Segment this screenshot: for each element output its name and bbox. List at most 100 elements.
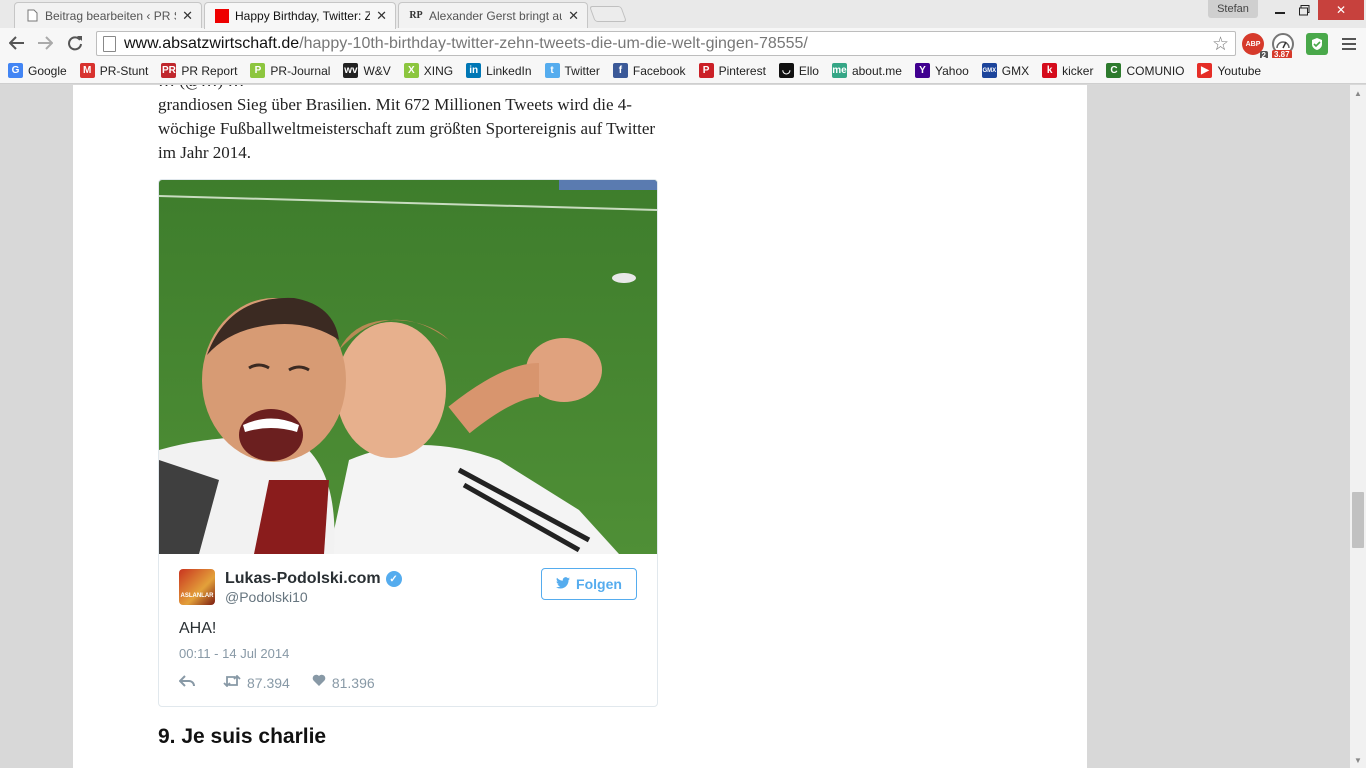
new-tab-button[interactable] bbox=[589, 6, 627, 22]
browser-titlebar: Beitrag bearbeiten ‹ PR St ✕ Happy Birth… bbox=[0, 0, 1366, 29]
twitter-bird-icon bbox=[556, 576, 571, 592]
rp-icon: RP bbox=[409, 10, 423, 21]
restore-button[interactable] bbox=[1290, 0, 1318, 20]
bookmark-about-me[interactable]: me about.me bbox=[831, 63, 902, 78]
tweet-photo[interactable] bbox=[159, 180, 657, 554]
speedometer-icon[interactable]: 3.87 bbox=[1272, 33, 1294, 59]
bookmark-linkedin[interactable]: in LinkedIn bbox=[466, 63, 532, 78]
linkedin-icon: in bbox=[466, 63, 482, 78]
bookmark-pr-report[interactable]: PR PR Report bbox=[161, 63, 237, 78]
heart-icon bbox=[312, 674, 326, 692]
bookmark-twitter[interactable]: t Twitter bbox=[544, 63, 600, 78]
bookmark-yahoo[interactable]: Y Yahoo bbox=[914, 63, 969, 78]
author-avatar[interactable]: ASLANLAR bbox=[179, 569, 215, 605]
adblock-plus-icon[interactable]: ABP 2 bbox=[1242, 33, 1268, 60]
ello-icon: ◡ bbox=[778, 63, 794, 78]
follow-button[interactable]: Folgen bbox=[541, 568, 637, 600]
bookmark-ello[interactable]: ◡ Ello bbox=[778, 63, 819, 78]
embedded-tweet[interactable]: ASLANLAR Lukas-Podolski.com ✓ @Podolski1… bbox=[158, 179, 658, 707]
retweet-count: 87.394 bbox=[247, 675, 290, 691]
gmx-icon: GMX bbox=[981, 63, 997, 78]
aboutme-icon: me bbox=[831, 63, 847, 78]
bookmark-w-v[interactable]: wv W&V bbox=[343, 63, 391, 78]
like-count: 81.396 bbox=[331, 675, 375, 691]
bookmark-youtube[interactable]: ▶ Youtube bbox=[1197, 63, 1261, 78]
pinterest-icon: P bbox=[698, 63, 714, 78]
page-icon bbox=[103, 35, 116, 52]
bookmark-pinterest[interactable]: P Pinterest bbox=[698, 63, 766, 78]
bookmark-label: PR-Journal bbox=[270, 63, 331, 78]
forward-button[interactable] bbox=[34, 32, 56, 54]
address-bar[interactable]: www.absatzwirtschaft.de/happy-10th-birth… bbox=[96, 31, 1236, 56]
comunio-icon: C bbox=[1106, 63, 1122, 78]
twitter-icon: t bbox=[544, 63, 560, 78]
tweet-text: AHA! bbox=[179, 620, 217, 637]
bookmark-label: Facebook bbox=[632, 63, 686, 78]
bookmark-label: W&V bbox=[363, 63, 391, 78]
bookmark-facebook[interactable]: f Facebook bbox=[612, 63, 686, 78]
pr-journal-icon: P bbox=[250, 63, 266, 78]
back-button[interactable] bbox=[6, 32, 28, 54]
bookmark-pr-stunt[interactable]: M PR-Stunt bbox=[79, 63, 148, 78]
retweet-button[interactable]: 87.394 bbox=[223, 674, 290, 692]
profile-badge[interactable]: Stefan bbox=[1208, 0, 1258, 18]
tab-title: Happy Birthday, Twitter: Z bbox=[235, 9, 371, 23]
shield-icon[interactable] bbox=[1306, 33, 1328, 55]
bookmark-label: Pinterest bbox=[718, 63, 766, 78]
abp-label: ABP bbox=[1245, 40, 1261, 48]
bookmark-label: LinkedIn bbox=[486, 63, 532, 78]
close-icon[interactable]: ✕ bbox=[182, 8, 193, 24]
article-line: grandiosen Sieg über Brasilien. Mit 672 … bbox=[158, 95, 632, 114]
bookmark-kicker[interactable]: k kicker bbox=[1042, 63, 1093, 78]
bookmarks-bar: G Google M PR-Stunt PR PR Report P PR-Journal wv… bbox=[0, 58, 1366, 84]
tab-title: Alexander Gerst bringt au bbox=[429, 8, 563, 23]
bookmark-gmx[interactable]: GMX GMX bbox=[981, 63, 1029, 78]
reply-button[interactable] bbox=[178, 674, 201, 692]
close-icon[interactable]: ✕ bbox=[376, 8, 387, 24]
page-scrollbar[interactable]: ▲ ▼ bbox=[1350, 85, 1366, 768]
url-host: www.absatzwirtschaft.de bbox=[124, 34, 300, 52]
menu-icon[interactable] bbox=[1338, 33, 1360, 55]
pr-report-icon: PR bbox=[161, 63, 177, 78]
author-name[interactable]: Lukas-Podolski.com ✓ bbox=[225, 570, 402, 588]
kicker-icon: k bbox=[1042, 63, 1058, 78]
bookmark-google[interactable]: G Google bbox=[8, 63, 67, 78]
bookmark-pr-journal[interactable]: P PR-Journal bbox=[250, 63, 330, 78]
scroll-thumb[interactable] bbox=[1352, 492, 1364, 548]
tweet-timestamp[interactable]: 00:11 - 14 Jul 2014 bbox=[179, 646, 289, 661]
close-icon[interactable]: ✕ bbox=[568, 8, 579, 24]
bookmark-label: Google bbox=[28, 63, 67, 78]
bookmark-label: COMUNIO bbox=[1126, 63, 1185, 78]
tab-title: Beitrag bearbeiten ‹ PR St bbox=[45, 8, 177, 23]
browser-toolbar: www.absatzwirtschaft.de/happy-10th-birth… bbox=[0, 28, 1366, 60]
window-close-button[interactable]: ✕ bbox=[1318, 0, 1364, 20]
scroll-down-arrow-icon[interactable]: ▼ bbox=[1350, 752, 1366, 768]
reload-button[interactable] bbox=[64, 32, 86, 54]
bookmark-comunio[interactable]: C COMUNIO bbox=[1106, 63, 1184, 78]
bookmark-label: Yahoo bbox=[934, 63, 969, 78]
author-name-text: Lukas-Podolski.com bbox=[225, 570, 381, 587]
article-line: wöchige Fußballweltmeisterschaft zum grö… bbox=[158, 119, 656, 138]
tab-alexander-gerst[interactable]: RP Alexander Gerst bringt au ✕ bbox=[398, 2, 588, 28]
xing-icon: X bbox=[403, 63, 419, 78]
retweet-icon bbox=[223, 674, 241, 692]
bookmark-label: kicker bbox=[1062, 63, 1094, 78]
bookmark-xing[interactable]: X XING bbox=[403, 63, 453, 78]
verified-badge-icon: ✓ bbox=[385, 571, 402, 587]
author-handle[interactable]: @Podolski10 bbox=[225, 589, 308, 605]
pr-stunt-icon: M bbox=[79, 63, 95, 78]
tab-happy-birthday[interactable]: Happy Birthday, Twitter: Z ✕ bbox=[204, 2, 396, 29]
follow-label: Folgen bbox=[576, 576, 622, 592]
article-line: im Jahr 2014. bbox=[158, 143, 252, 162]
page-viewport: … (@…) … grandiosen Sieg über Brasilien.… bbox=[0, 85, 1350, 768]
tab-beitrag-bearbeiten[interactable]: Beitrag bearbeiten ‹ PR St ✕ bbox=[14, 2, 202, 28]
yahoo-icon: Y bbox=[914, 63, 930, 78]
youtube-icon: ▶ bbox=[1197, 63, 1213, 78]
scroll-up-arrow-icon[interactable]: ▲ bbox=[1350, 85, 1366, 101]
bookmark-star-icon[interactable]: ☆ bbox=[1212, 33, 1229, 56]
like-button[interactable]: 81.396 bbox=[312, 674, 375, 692]
reply-icon bbox=[178, 674, 195, 692]
red-square-icon bbox=[215, 9, 229, 23]
tweet-actions: 87.394 81.396 bbox=[178, 674, 397, 692]
bookmark-label: Twitter bbox=[564, 63, 600, 78]
